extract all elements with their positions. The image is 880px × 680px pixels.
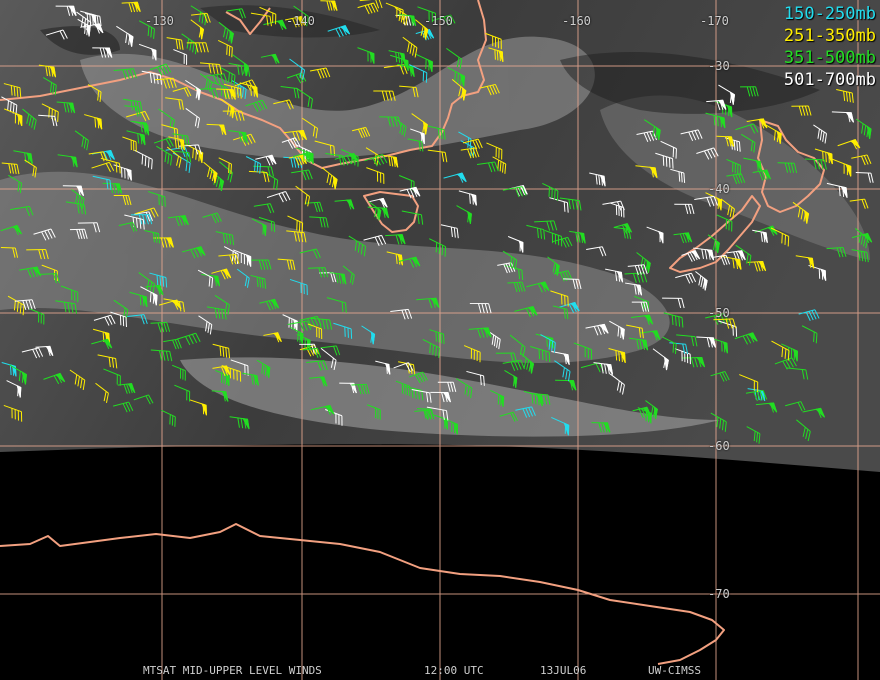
legend-251-350mb: 251-350mb <box>783 26 876 46</box>
lon-label: -170 <box>700 14 729 28</box>
legend-501-700mb: 501-700mb <box>783 70 876 90</box>
lon-label: -130 <box>145 14 174 28</box>
lon-label: -140 <box>286 14 315 28</box>
lat-label: -50 <box>708 306 730 320</box>
legend-150-250mb: 150-250mb <box>783 4 876 24</box>
lat-label: -70 <box>708 587 730 601</box>
lat-label: -40 <box>708 182 730 196</box>
footer-caption: MTSAT MID-UPPER LEVEL WINDS 12:00 UTC 13… <box>0 664 880 678</box>
water-vapor-image <box>0 0 880 680</box>
lat-label: -60 <box>708 439 730 453</box>
lon-label: -150 <box>424 14 453 28</box>
footer-time: 12:00 UTC <box>424 664 484 677</box>
footer-source: UW-CIMSS <box>648 664 701 677</box>
lat-label: -30 <box>708 59 730 73</box>
satellite-map: -130 -140 -150 -160 -170 -30 -40 -50 -60… <box>0 0 880 680</box>
footer-product: MTSAT MID-UPPER LEVEL WINDS <box>143 664 322 677</box>
footer-date: 13JUL06 <box>540 664 587 677</box>
legend-351-500mb: 351-500mb <box>783 48 876 68</box>
lon-label: -160 <box>562 14 591 28</box>
